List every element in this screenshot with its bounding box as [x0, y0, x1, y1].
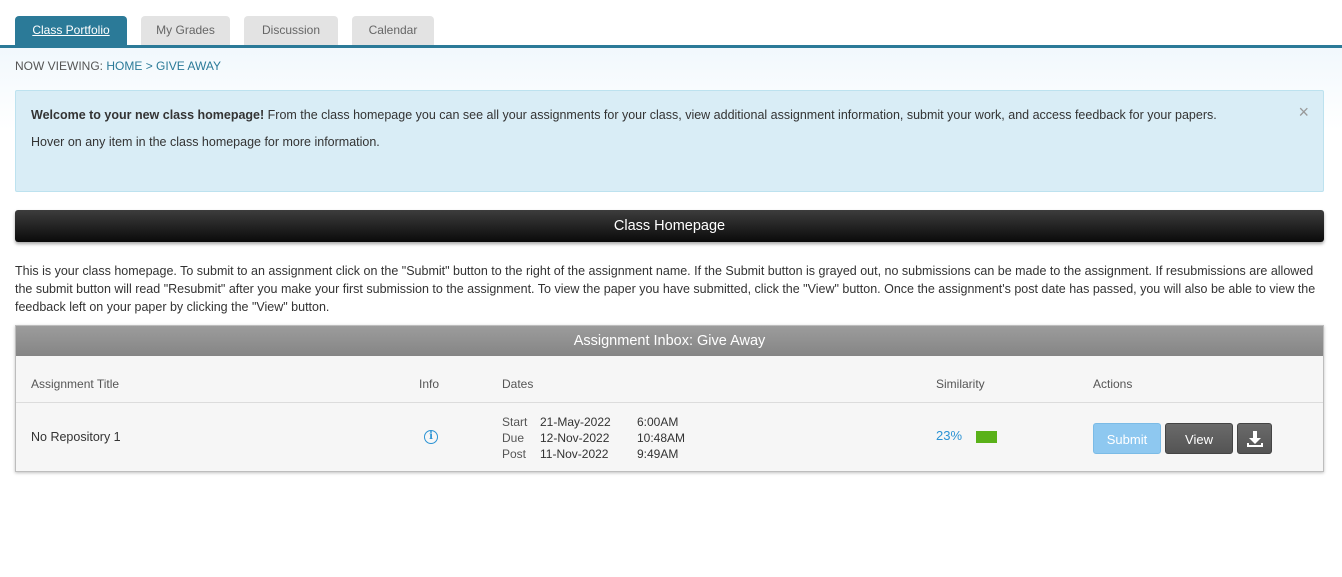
- breadcrumb-home-link[interactable]: HOME: [106, 59, 142, 73]
- date-value: 11-Nov-2022: [540, 447, 609, 461]
- date-label: Start: [502, 415, 528, 429]
- assignment-inbox-title: Assignment Inbox: Give Away: [16, 326, 1323, 356]
- class-homepage-header: Class Homepage: [15, 210, 1324, 242]
- date-value: 21-May-2022: [540, 415, 611, 429]
- column-header-similarity: Similarity: [936, 377, 985, 391]
- time-value: 10:48AM: [637, 431, 686, 445]
- similarity-score-link[interactable]: 23%: [936, 428, 962, 443]
- welcome-heading: Welcome to your new class homepage!: [31, 108, 265, 122]
- time-value: 6:00AM: [637, 415, 679, 429]
- breadcrumb: NOW VIEWING: HOME > GIVE AWAY: [15, 59, 221, 73]
- welcome-message: Welcome to your new class homepage! From…: [31, 106, 1243, 124]
- date-row-post: Post 11-Nov-2022 9:49AM: [502, 446, 685, 462]
- column-header-title: Assignment Title: [31, 377, 120, 391]
- assignment-title: No Repository 1: [31, 430, 121, 444]
- date-row-start: Start 21-May-2022 6:00AM: [502, 414, 685, 430]
- similarity-color-bar: [976, 431, 997, 443]
- table-row: No Repository 1 i Start 21-May-2022 6:00AM…: [16, 403, 1323, 471]
- breadcrumb-prefix: NOW VIEWING:: [15, 59, 103, 73]
- date-row-due: Due 12-Nov-2022 10:48AM: [502, 430, 685, 446]
- column-header-actions: Actions: [1093, 377, 1133, 391]
- submit-button[interactable]: Submit: [1093, 423, 1161, 454]
- assignment-dates: Start 21-May-2022 6:00AM Due 12-Nov-2022 10:…: [502, 414, 685, 462]
- time-value: 9:49AM: [637, 447, 679, 461]
- welcome-text: From the class homepage you can see all …: [264, 108, 1217, 122]
- download-button[interactable]: [1237, 423, 1272, 454]
- tab-calendar[interactable]: Calendar: [352, 16, 434, 45]
- column-header-info: Info: [419, 377, 440, 391]
- date-label: Due: [502, 431, 525, 445]
- column-header-dates: Dates: [502, 377, 534, 391]
- close-icon[interactable]: ×: [1298, 103, 1309, 121]
- tab-my-grades[interactable]: My Grades: [141, 16, 230, 45]
- intro-text: This is your class homepage. To submit t…: [15, 264, 1316, 314]
- breadcrumb-separator: >: [145, 59, 153, 73]
- assignment-inbox: Assignment Inbox: Give Away Assignment T…: [15, 325, 1324, 472]
- tab-bar: Class Portfolio My Grades Discussion Cal…: [0, 0, 1342, 48]
- date-label: Post: [502, 447, 527, 461]
- date-value: 12-Nov-2022: [540, 431, 610, 445]
- breadcrumb-current: GIVE AWAY: [156, 59, 221, 73]
- info-icon[interactable]: i: [424, 430, 438, 444]
- download-icon: [1247, 431, 1263, 447]
- welcome-alert: Welcome to your new class homepage! From…: [15, 90, 1324, 192]
- welcome-hint: Hover on any item in the class homepage …: [31, 135, 380, 149]
- tab-class-portfolio[interactable]: Class Portfolio: [15, 16, 127, 45]
- tab-discussion[interactable]: Discussion: [244, 16, 338, 45]
- view-button[interactable]: View: [1165, 423, 1233, 454]
